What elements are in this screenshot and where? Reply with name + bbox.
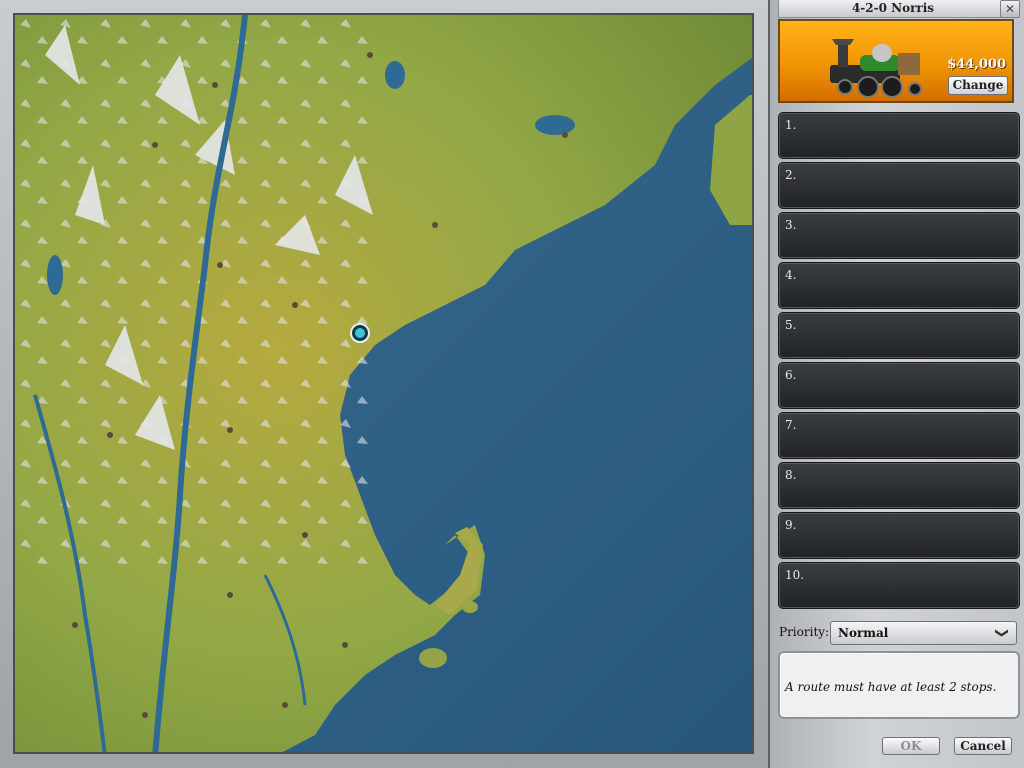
locomotive-icon bbox=[830, 39, 922, 98]
stop-number: 2. bbox=[785, 168, 797, 182]
message-text: A route must have at least 2 stops. bbox=[785, 680, 997, 694]
close-icon: ✕ bbox=[1004, 2, 1016, 16]
lake bbox=[535, 115, 575, 135]
stop-slot[interactable]: 7. bbox=[778, 412, 1020, 459]
stop-number: 5. bbox=[785, 318, 797, 332]
stop-slot[interactable]: 1. bbox=[778, 112, 1020, 159]
close-button[interactable]: ✕ bbox=[1000, 0, 1020, 18]
stop-list: 1. 2. 3. 4. 5. 6. 7. 8. 9. 10. bbox=[778, 112, 1020, 612]
engine-price: $44,000 bbox=[947, 57, 1006, 72]
chevron-down-icon: ❯ bbox=[994, 627, 1009, 639]
lake bbox=[385, 61, 405, 89]
message-box: A route must have at least 2 stops. bbox=[778, 651, 1020, 719]
ok-button[interactable]: OK bbox=[882, 737, 940, 755]
stop-slot[interactable]: 10. bbox=[778, 562, 1020, 609]
stop-number: 1. bbox=[785, 118, 797, 132]
mountains bbox=[15, 15, 375, 575]
stop-number: 3. bbox=[785, 218, 797, 232]
map-terrain[interactable] bbox=[15, 15, 754, 754]
dialog-buttons: OK Cancel bbox=[770, 734, 1024, 758]
stop-number: 10. bbox=[785, 568, 805, 582]
priority-row: Priority: Normal ❯ bbox=[778, 621, 1018, 645]
stop-slot[interactable]: 9. bbox=[778, 512, 1020, 559]
stop-slot[interactable]: 4. bbox=[778, 262, 1020, 309]
priority-label: Priority: bbox=[779, 625, 830, 639]
map-view[interactable] bbox=[13, 13, 754, 754]
lake bbox=[47, 255, 63, 295]
stop-slot[interactable]: 6. bbox=[778, 362, 1020, 409]
engine-card: $44,000 Change bbox=[778, 19, 1014, 103]
stop-number: 7. bbox=[785, 418, 797, 432]
stop-number: 6. bbox=[785, 368, 797, 382]
island-small bbox=[419, 648, 447, 668]
change-engine-button[interactable]: Change bbox=[948, 76, 1008, 95]
priority-dropdown[interactable]: Normal ❯ bbox=[830, 621, 1017, 645]
panel-title: 4-2-0 Norris bbox=[778, 0, 1008, 18]
cancel-button[interactable]: Cancel bbox=[954, 737, 1012, 755]
map-frame bbox=[0, 0, 770, 768]
priority-value: Normal bbox=[838, 626, 889, 640]
location-marker-icon[interactable] bbox=[350, 323, 370, 343]
stop-slot[interactable]: 3. bbox=[778, 212, 1020, 259]
stop-number: 8. bbox=[785, 468, 797, 482]
stop-number: 4. bbox=[785, 268, 797, 282]
stop-slot[interactable]: 5. bbox=[778, 312, 1020, 359]
island-small bbox=[462, 601, 478, 613]
stop-slot[interactable]: 8. bbox=[778, 462, 1020, 509]
stop-slot[interactable]: 2. bbox=[778, 162, 1020, 209]
stop-number: 9. bbox=[785, 518, 797, 532]
route-panel: 4-2-0 Norris ✕ $44,000 Change 1. 2. 3. 4. 5.… bbox=[770, 0, 1024, 768]
